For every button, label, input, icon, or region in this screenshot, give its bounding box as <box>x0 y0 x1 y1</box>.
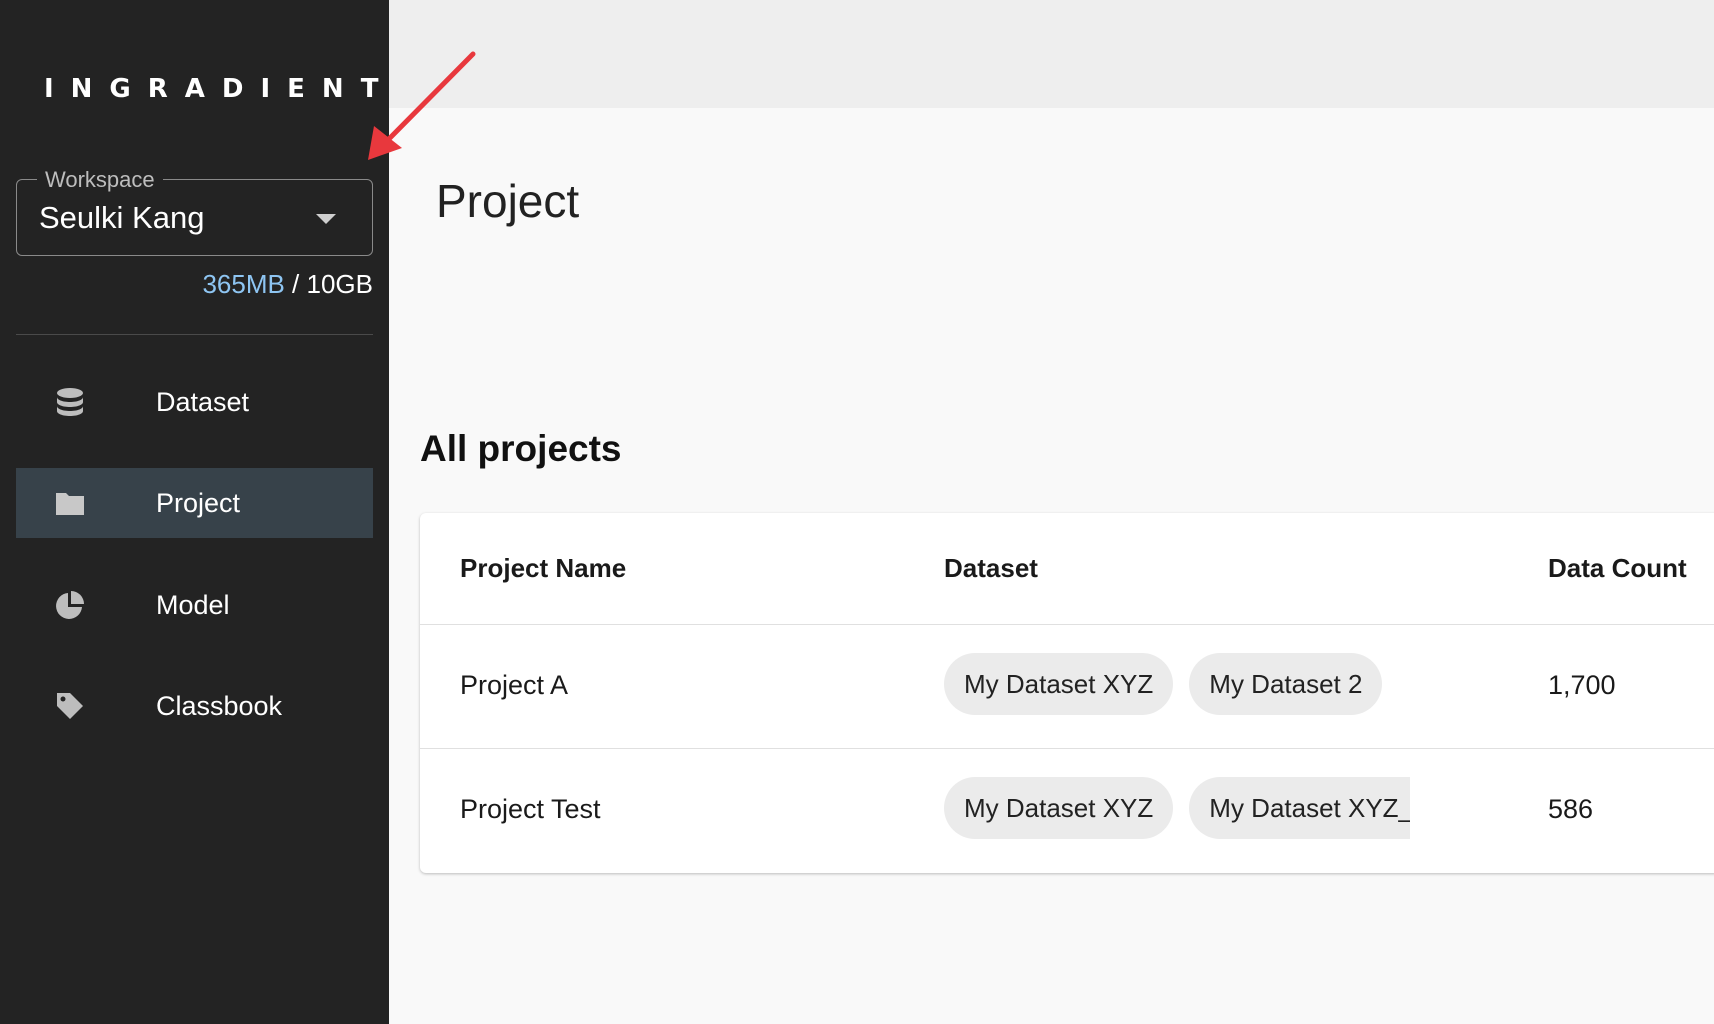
page-title: Project <box>436 175 580 227</box>
project-name-cell[interactable]: Project A <box>460 670 568 701</box>
folder-icon <box>56 493 84 515</box>
data-count-cell: 586 <box>1548 794 1594 824</box>
chevron-down-icon[interactable] <box>316 214 336 224</box>
column-header-dataset[interactable]: Dataset <box>944 553 1038 584</box>
sidebar-item-model[interactable]: Model <box>16 570 373 640</box>
tag-icon <box>57 693 83 719</box>
storage-total: 10GB <box>306 269 374 299</box>
sidebar-item-label: Dataset <box>156 386 250 417</box>
workspace-select[interactable]: Workspace Seulki Kang <box>16 167 373 256</box>
database-icon <box>57 388 83 416</box>
table-divider <box>420 624 1714 625</box>
sidebar: INGRADIENT Workspace Seulki Kang 365MB /… <box>0 0 389 1024</box>
sidebar-item-label: Project <box>156 487 241 518</box>
data-count-cell: 1,700 <box>1548 670 1616 700</box>
dataset-chip[interactable]: My Dataset XYZ_A <box>1189 777 1411 839</box>
dataset-chips: My Dataset XYZ My Dataset XYZ_A <box>944 777 1411 839</box>
sidebar-item-project[interactable]: Project <box>16 468 373 538</box>
dataset-chips: My Dataset XYZ My Dataset 2 <box>944 653 1383 715</box>
column-header-data-count[interactable]: Data Count <box>1548 553 1687 584</box>
dataset-chip[interactable]: My Dataset XYZ <box>944 777 1174 839</box>
workspace-label: Workspace <box>37 167 163 193</box>
sidebar-item-label: Model <box>156 589 230 620</box>
project-name-cell[interactable]: Project Test <box>460 794 601 825</box>
sidebar-divider <box>16 334 373 335</box>
sidebar-item-label: Classbook <box>156 690 283 721</box>
dataset-chip[interactable]: My Dataset XYZ <box>944 653 1174 715</box>
annotation-arrow-icon <box>368 51 476 160</box>
dataset-chip[interactable]: My Dataset 2 <box>1189 653 1383 715</box>
table-divider <box>420 748 1714 749</box>
storage-used: 365MB <box>202 269 285 299</box>
sidebar-item-classbook[interactable]: Classbook <box>16 671 373 741</box>
storage-usage: 365MB / 10GB <box>202 269 373 300</box>
section-title: All projects <box>420 428 622 469</box>
app-logo[interactable]: INGRADIENT <box>44 74 395 104</box>
workspace-value: Seulki Kang <box>39 200 205 235</box>
projects-table: Project Name Dataset Data Count Project … <box>420 513 1714 873</box>
pie-chart-icon <box>56 591 84 619</box>
top-app-bar <box>389 0 1714 108</box>
column-header-project-name[interactable]: Project Name <box>460 553 626 584</box>
storage-separator: / <box>284 269 307 299</box>
sidebar-item-dataset[interactable]: Dataset <box>16 367 373 437</box>
